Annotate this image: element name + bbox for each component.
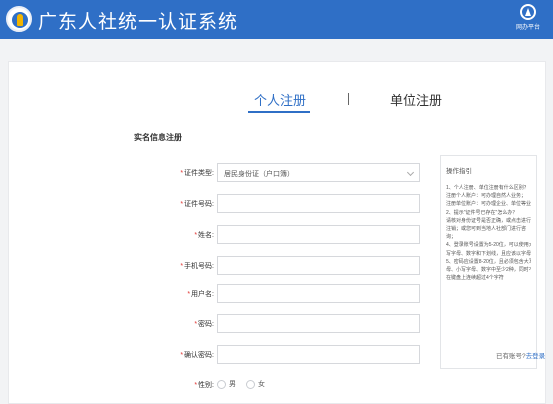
phone-input[interactable] [217, 256, 420, 275]
form-row-id-type: *证件类型: 居民身份证（户口簿） [9, 163, 439, 183]
login-prompt: 已有账号?去登录 [496, 350, 545, 360]
top-header: 广东人社统一认证系统 网办平台 [0, 0, 553, 39]
operation-guide-panel: 操作指引 1、个人注册、单位注册有什么区别？ 注册个人账户：可办理自然人业务； … [440, 155, 537, 369]
tab-unit-registration[interactable]: 单位注册 [390, 90, 442, 109]
guide-line: 5、密码应设置8-20位，且必须包含大写字 [446, 258, 531, 265]
form-row-password: *密码: [9, 314, 439, 334]
form-row-phone: *手机号码: [9, 256, 439, 276]
id-type-selected-value: 居民身份证（户口簿） [224, 171, 294, 178]
guide-line: 写字母、数字和下划线，且应该以字母开始 [446, 250, 531, 257]
gender-female-label: 女 [257, 381, 265, 388]
operation-guide-title: 操作指引 [446, 168, 472, 175]
guide-line: 2、提示"证件号已存在"怎么办？ [446, 209, 518, 216]
password-input[interactable] [217, 314, 420, 333]
confirm-password-input[interactable] [217, 345, 420, 364]
phone-label: *手机号码: [180, 263, 214, 270]
have-account-text: 已有账号? [496, 353, 526, 360]
username-input[interactable] [217, 284, 420, 303]
registration-card: 个人注册 单位注册 实名信息注册 *证件类型: 居民身份证（户口簿） *证件号码… [8, 61, 546, 404]
guide-line: 在键盘上连续超过4个字符 [446, 275, 504, 282]
gender-male-label: 男 [229, 381, 236, 388]
guide-line: 注册个人账户：可办理自然人业务； [446, 193, 527, 200]
name-label: *姓名: [194, 232, 214, 239]
guide-line: 请核对身份证号是否正确，或点击进行找号 [446, 217, 531, 224]
portal-label: 网办平台 [515, 25, 540, 31]
guide-line: 母、小写字母、数字中至少2种，同时不能 [446, 267, 531, 274]
guide-line: 1、个人注册、单位注册有什么区别？ [446, 185, 529, 191]
guide-line: 注册单位账户：可办理企业、单位等业务； [446, 201, 531, 208]
guide-line: 4、登录账号设置为5-20位，可以使用大小 [446, 242, 531, 249]
go-login-link[interactable]: 去登录 [526, 353, 546, 360]
active-tab-underline [248, 111, 310, 113]
gender-female-radio[interactable] [245, 379, 255, 389]
gender-label: *性别: [194, 382, 214, 389]
gender-radio-group: 男 女 [217, 379, 273, 389]
id-type-select[interactable]: 居民身份证（户口簿） [217, 163, 420, 182]
form-row-confirm-password: *确认密码: [9, 345, 439, 365]
app-title: 广东人社统一认证系统 [38, 12, 239, 33]
username-label: *用户名: [187, 291, 214, 298]
form-row-name: *姓名: [9, 225, 439, 245]
portal-button[interactable]: 网办平台 [508, 4, 548, 36]
password-label: *密码: [194, 321, 214, 328]
hrss-emblem-icon [6, 6, 32, 32]
confirm-password-label: *确认密码: [180, 352, 214, 359]
chevron-down-icon [406, 168, 415, 177]
id-number-label: *证件号码: [180, 201, 214, 208]
form-row-gender: *性别: 男 女 [9, 375, 439, 395]
emblem-figure [17, 14, 23, 26]
section-title: 实名信息注册 [134, 133, 182, 142]
guide-line: 询； [446, 234, 457, 241]
tab-personal-registration[interactable]: 个人注册 [254, 90, 306, 109]
form-row-id-number: *证件号码: [9, 194, 439, 214]
guide-line: 注销；或您可到当地人社部门进行咨 [446, 226, 527, 233]
gender-male-radio[interactable] [217, 379, 226, 389]
form-row-username: *用户名: [9, 284, 439, 304]
tab-divider [348, 93, 349, 105]
portal-home-icon [520, 4, 536, 20]
id-type-label: *证件类型: [180, 170, 214, 177]
id-number-input[interactable] [217, 194, 420, 213]
name-input[interactable] [217, 225, 420, 244]
